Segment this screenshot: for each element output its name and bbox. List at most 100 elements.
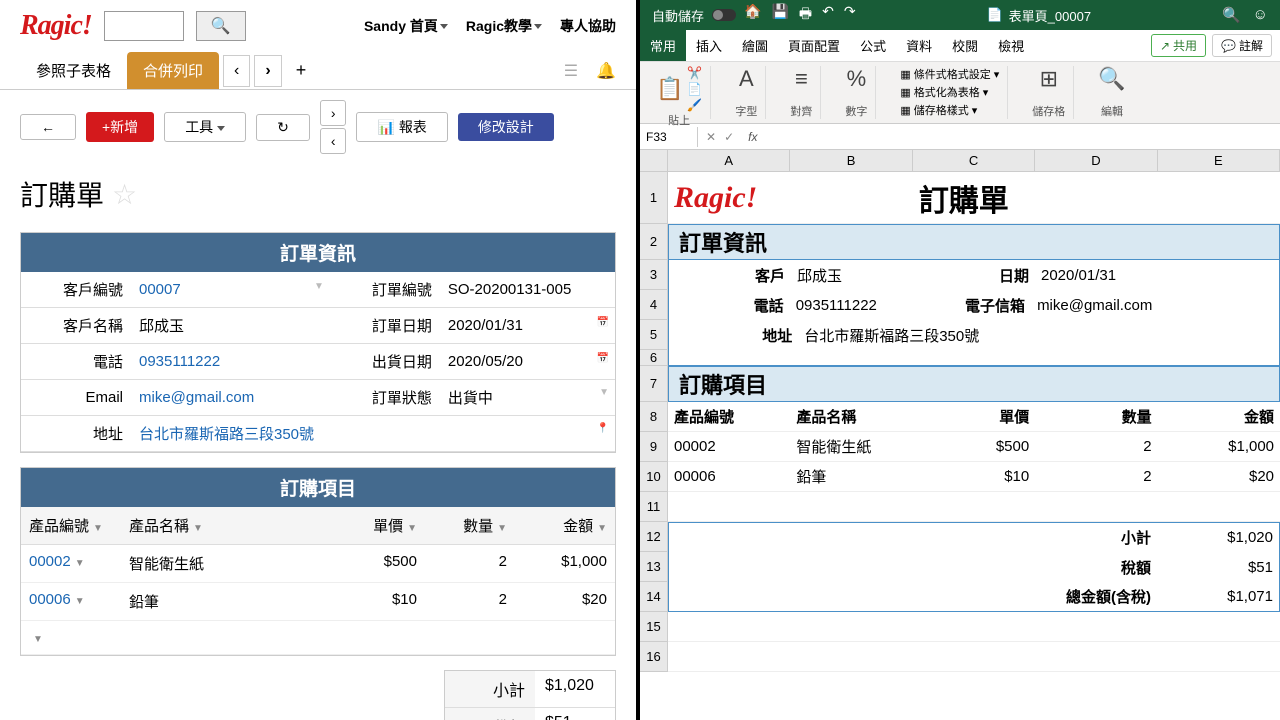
col-e[interactable]: E: [1158, 150, 1280, 171]
row-hdr[interactable]: 2: [640, 224, 668, 260]
val-custid[interactable]: 00007▼: [131, 274, 330, 305]
print-icon[interactable]: 🖶: [799, 3, 812, 27]
cell[interactable]: 台北市羅斯福路三段350號: [798, 325, 1279, 346]
cell[interactable]: 2: [1035, 438, 1157, 455]
cell[interactable]: $1,000: [1158, 438, 1280, 455]
design-button[interactable]: 修改設計: [458, 113, 554, 141]
row-hdr[interactable]: 13: [640, 552, 668, 582]
val-orderid[interactable]: SO-20200131-005: [440, 274, 615, 305]
tab-next[interactable]: ›: [254, 55, 281, 87]
cell[interactable]: 鉛筆: [790, 466, 912, 487]
cell[interactable]: 電子信箱: [910, 295, 1031, 316]
table-row[interactable]: 00006▼ 鉛筆 $10 2 $20: [21, 583, 615, 621]
back-button[interactable]: ←: [20, 114, 76, 140]
cell[interactable]: Ragic!: [668, 181, 790, 215]
table-format[interactable]: ▦ 格式化為表格 ▾: [900, 84, 999, 100]
cell[interactable]: 總金額(含稅): [1035, 586, 1157, 607]
tab-review[interactable]: 校閱: [942, 30, 988, 61]
cell[interactable]: $51: [1157, 559, 1279, 576]
tab-home[interactable]: 常用: [640, 30, 686, 61]
val-email[interactable]: mike@gmail.com: [131, 382, 330, 413]
nav-help[interactable]: 專人協助: [560, 16, 616, 36]
row-hdr[interactable]: 11: [640, 492, 668, 522]
font-icon[interactable]: A: [739, 66, 754, 92]
col-c[interactable]: C: [913, 150, 1035, 171]
col-b[interactable]: B: [790, 150, 912, 171]
cell[interactable]: 電話: [669, 295, 790, 316]
cell[interactable]: $20: [1158, 468, 1280, 485]
save-icon[interactable]: 💾: [771, 3, 788, 27]
val-shipdate[interactable]: 2020/05/20📅: [440, 346, 615, 377]
cell[interactable]: 日期: [913, 265, 1035, 286]
page-prev[interactable]: ‹: [320, 128, 347, 154]
val-custname[interactable]: 邱成玉: [131, 308, 330, 343]
list-icon[interactable]: ☰: [564, 61, 578, 81]
search-icon[interactable]: 🔍: [1222, 6, 1241, 24]
tab-view[interactable]: 檢視: [988, 30, 1034, 61]
select-all[interactable]: [640, 150, 668, 171]
tab-insert[interactable]: 插入: [686, 30, 732, 61]
tab-add[interactable]: +: [286, 54, 317, 87]
cell[interactable]: 產品名稱: [790, 406, 912, 427]
bell-icon[interactable]: 🔔: [596, 61, 616, 81]
row-hdr[interactable]: 1: [640, 172, 668, 224]
cells-icon[interactable]: ⊞: [1040, 66, 1058, 92]
cell[interactable]: 訂購單: [913, 176, 1035, 220]
row-hdr[interactable]: 7: [640, 366, 668, 402]
col-a[interactable]: A: [668, 150, 790, 171]
nav-tutorial[interactable]: Ragic教學: [466, 16, 542, 36]
val-phone[interactable]: 0935111222: [131, 346, 330, 377]
row-hdr[interactable]: 4: [640, 290, 668, 320]
val-addr[interactable]: 台北市羅斯福路三段350號📍: [131, 416, 615, 451]
tab-draw[interactable]: 繪圖: [732, 30, 778, 61]
tools-button[interactable]: 工具: [164, 112, 246, 142]
col-qty[interactable]: 數量▼: [425, 507, 515, 544]
cells-area[interactable]: Ragic!訂購單 訂單資訊 客戶邱成玉日期2020/01/31 電話09351…: [668, 172, 1280, 672]
report-button[interactable]: 📊 報表: [356, 112, 447, 142]
table-row[interactable]: 00002▼ 智能衛生紙 $500 2 $1,000: [21, 545, 615, 583]
cell[interactable]: $1,020: [1157, 529, 1279, 546]
cut-icon[interactable]: ✂️: [687, 66, 702, 80]
col-price[interactable]: 單價▼: [315, 507, 425, 544]
table-row-add[interactable]: ▼: [21, 621, 615, 655]
page-next[interactable]: ›: [320, 100, 347, 126]
redo-icon[interactable]: ↷: [844, 3, 856, 27]
cell[interactable]: 訂購項目: [675, 368, 767, 400]
cell[interactable]: 數量: [1035, 406, 1157, 427]
val-orderdate[interactable]: 2020/01/31📅: [440, 310, 615, 341]
col-pname[interactable]: 產品名稱▼: [121, 507, 315, 544]
autosave-toggle[interactable]: [712, 9, 736, 21]
cell[interactable]: 地址: [669, 325, 798, 346]
tab-ref[interactable]: 參照子表格: [20, 52, 127, 89]
row-hdr[interactable]: 12: [640, 522, 668, 552]
row-hdr[interactable]: 16: [640, 642, 668, 672]
col-pid[interactable]: 產品編號▼: [21, 507, 121, 544]
cell[interactable]: 2020/01/31: [1035, 267, 1157, 284]
star-icon[interactable]: ☆: [112, 178, 137, 211]
copy-icon[interactable]: 📄: [687, 82, 702, 96]
row-hdr[interactable]: 3: [640, 260, 668, 290]
row-hdr[interactable]: 14: [640, 582, 668, 612]
new-button[interactable]: +新增: [86, 112, 154, 142]
formula-input[interactable]: [763, 129, 1280, 144]
row-hdr[interactable]: 9: [640, 432, 668, 462]
nav-user[interactable]: Sandy 首頁: [364, 16, 448, 36]
share-button[interactable]: ↗ 共用: [1151, 34, 1206, 57]
row-hdr[interactable]: 8: [640, 402, 668, 432]
check-icon[interactable]: ✓: [724, 130, 734, 144]
cell[interactable]: 單價: [913, 406, 1035, 427]
cell[interactable]: 產品編號: [668, 406, 790, 427]
paste-icon[interactable]: 📋: [656, 76, 683, 102]
cell[interactable]: 00006: [668, 468, 790, 485]
cell[interactable]: 2: [1035, 468, 1157, 485]
tab-layout[interactable]: 頁面配置: [778, 30, 850, 61]
cancel-icon[interactable]: ✕: [706, 130, 716, 144]
refresh-button[interactable]: ↻: [256, 114, 310, 141]
cell[interactable]: 智能衛生紙: [790, 436, 912, 457]
cell[interactable]: 金額: [1158, 406, 1280, 427]
col-amt[interactable]: 金額▼: [515, 507, 615, 544]
cell[interactable]: $10: [913, 468, 1035, 485]
home-icon[interactable]: 🏠: [744, 3, 761, 27]
row-hdr[interactable]: 10: [640, 462, 668, 492]
percent-icon[interactable]: %: [847, 66, 867, 92]
